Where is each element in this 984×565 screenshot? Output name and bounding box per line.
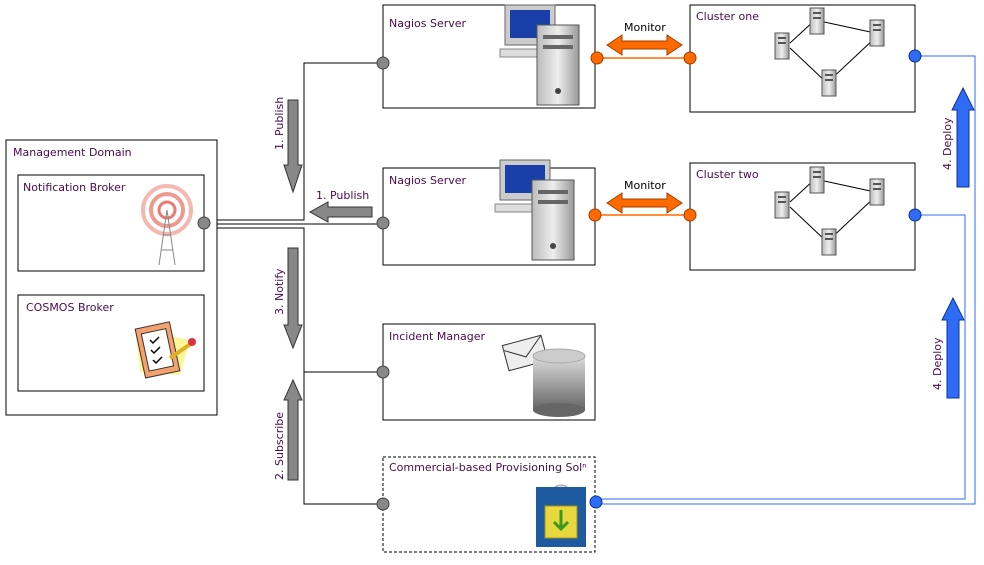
cluster-two[interactable]: Cluster two [689, 162, 916, 271]
svg-text:Monitor: Monitor [624, 21, 666, 34]
svg-text:Cluster two: Cluster two [696, 168, 759, 181]
cosmos-broker[interactable]: COSMOS Broker [17, 294, 205, 392]
svg-text:1. Publish: 1. Publish [273, 97, 286, 150]
svg-text:3. Notify: 3. Notify [273, 268, 286, 315]
monitor-arrow-1: Monitor [606, 21, 683, 56]
nagios-server-2[interactable]: Nagios Server [382, 159, 596, 266]
svg-text:Nagios Server: Nagios Server [389, 174, 467, 187]
monitor-arrow-2: Monitor [606, 179, 683, 214]
publish-left-arrow: 1. Publish [308, 189, 373, 223]
cluster-one[interactable]: Cluster one [689, 4, 916, 113]
svg-text:Commercial-based Provisioning: Commercial-based Provisioning Solⁿ [389, 461, 587, 474]
svg-text:4. Deploy: 4. Deploy [941, 117, 954, 170]
notify-arrow: 3. Notify [273, 247, 303, 350]
connection-ports [197, 49, 922, 511]
architecture-diagram: Management Domain Notification Broker CO… [5, 4, 976, 553]
svg-text:2. Subscribe: 2. Subscribe [273, 412, 286, 480]
notification-broker[interactable]: Notification Broker [17, 174, 205, 272]
provisioning-solution[interactable]: Commercial-based Provisioning Solⁿ [382, 456, 596, 553]
subscribe-arrow: 2. Subscribe [273, 378, 303, 481]
svg-text:4. Deploy: 4. Deploy [931, 337, 944, 390]
svg-text:Management Domain: Management Domain [13, 146, 132, 159]
svg-text:Notification Broker: Notification Broker [23, 181, 126, 194]
incident-manager[interactable]: Incident Manager [382, 323, 596, 421]
deploy-arrow-1: 4. Deploy [941, 86, 975, 188]
software-package-icon [536, 484, 586, 547]
deploy-lines [596, 55, 976, 505]
nagios-server-1[interactable]: Nagios Server [382, 4, 596, 109]
deploy-arrow-2: 4. Deploy [931, 296, 965, 399]
svg-text:COSMOS Broker: COSMOS Broker [26, 301, 114, 314]
svg-text:Monitor: Monitor [624, 179, 666, 192]
svg-text:Nagios Server: Nagios Server [389, 17, 467, 30]
svg-text:1. Publish: 1. Publish [316, 189, 369, 202]
svg-text:Incident Manager: Incident Manager [389, 330, 486, 343]
svg-text:Cluster one: Cluster one [696, 10, 759, 23]
publish-down-arrow: 1. Publish [273, 97, 303, 194]
